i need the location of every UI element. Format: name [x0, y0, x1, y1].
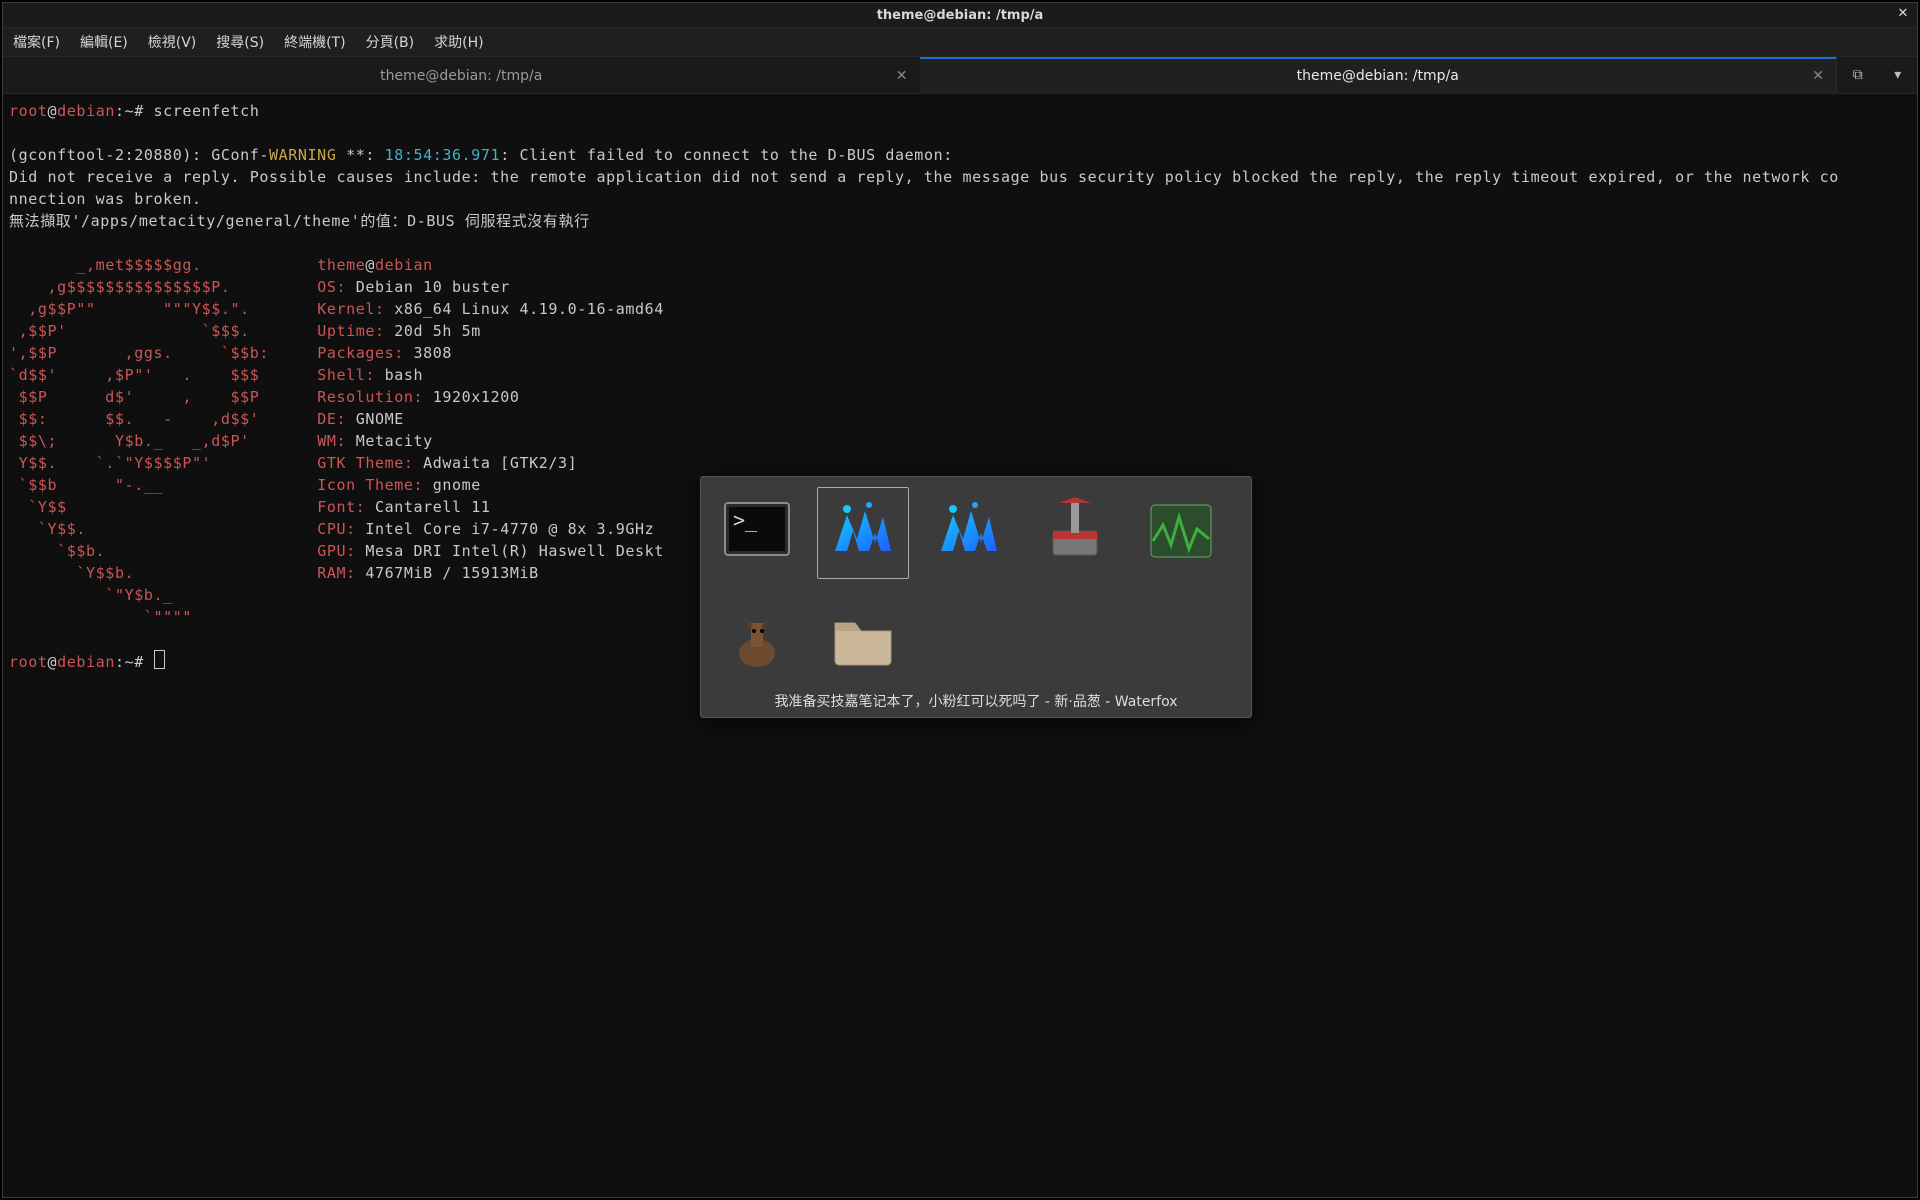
window-titlebar[interactable]: theme@debian: /tmp/a ✕	[3, 3, 1917, 28]
menubar: 檔案(F) 編輯(E) 檢視(V) 搜尋(S) 終端機(T) 分頁(B) 求助(…	[3, 28, 1917, 57]
switcher-item-transmission[interactable]	[1029, 487, 1121, 579]
close-icon[interactable]: ✕	[896, 68, 908, 84]
switcher-item-waterfox[interactable]	[923, 487, 1015, 579]
tab-1[interactable]: theme@debian: /tmp/a ✕	[3, 57, 920, 93]
menu-view[interactable]: 檢視(V)	[144, 30, 201, 54]
switcher-item-amule[interactable]	[711, 593, 803, 685]
switcher-item-waterfox[interactable]	[817, 487, 909, 579]
window-switcher: >_ 我准备买技嘉笔记本了，小粉红可以死吗了 - 新·品葱 - Waterfox	[700, 476, 1252, 718]
tab-menu-icon[interactable]: ▾	[1894, 67, 1901, 83]
menu-tabs[interactable]: 分頁(B)	[362, 30, 419, 54]
menu-file[interactable]: 檔案(F)	[9, 30, 64, 54]
system-monitor-icon	[1145, 495, 1217, 571]
tab-2[interactable]: theme@debian: /tmp/a ✕	[920, 57, 1837, 93]
menu-terminal[interactable]: 終端機(T)	[280, 30, 349, 54]
switcher-caption: 我准备买技嘉笔记本了，小粉红可以死吗了 - 新·品葱 - Waterfox	[711, 691, 1241, 711]
close-icon[interactable]: ✕	[1812, 68, 1824, 84]
menu-help[interactable]: 求助(H)	[430, 30, 487, 54]
amule-icon	[721, 601, 793, 677]
switcher-item-folder[interactable]	[817, 593, 909, 685]
tab-label: theme@debian: /tmp/a	[380, 68, 542, 84]
switcher-item-system-monitor[interactable]	[1135, 487, 1227, 579]
close-icon[interactable]: ✕	[1895, 6, 1911, 22]
waterfox-icon	[933, 495, 1005, 571]
menu-search[interactable]: 搜尋(S)	[212, 30, 268, 54]
tab-tools: ⧉ ▾	[1836, 57, 1917, 93]
folder-icon	[827, 601, 899, 677]
new-tab-icon[interactable]: ⧉	[1853, 67, 1863, 83]
window-title: theme@debian: /tmp/a	[877, 8, 1044, 23]
waterfox-icon	[827, 495, 899, 571]
menu-edit[interactable]: 編輯(E)	[76, 30, 132, 54]
terminal-icon: >_	[721, 495, 793, 571]
switcher-item-terminal[interactable]: >_	[711, 487, 803, 579]
transmission-icon	[1039, 495, 1111, 571]
tab-bar: theme@debian: /tmp/a ✕ theme@debian: /tm…	[3, 57, 1917, 94]
svg-text:>_: >_	[733, 508, 758, 532]
tab-label: theme@debian: /tmp/a	[1297, 68, 1459, 84]
